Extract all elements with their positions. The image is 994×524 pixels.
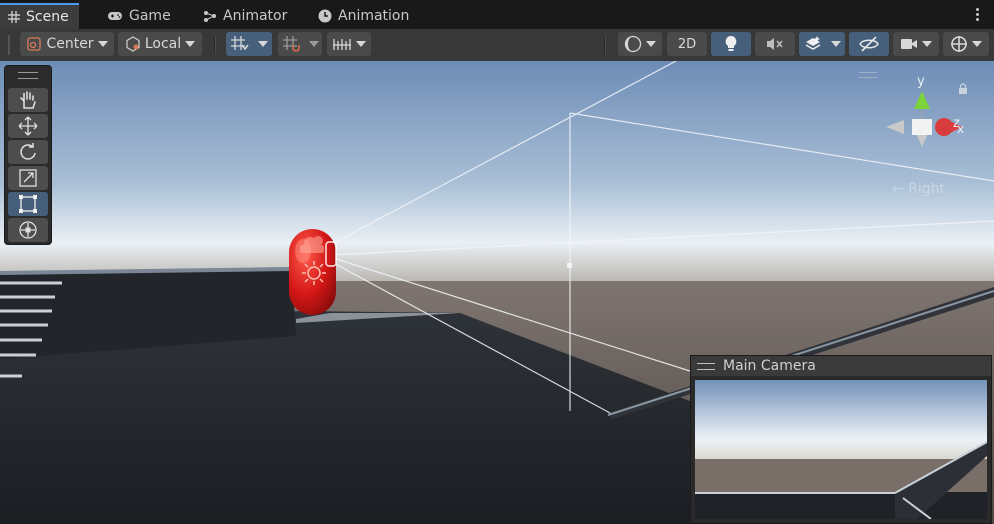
move-arrows-icon bbox=[18, 116, 38, 136]
local-space-icon bbox=[126, 36, 140, 52]
video-camera-icon bbox=[901, 39, 917, 49]
chevron-down-icon bbox=[972, 41, 982, 47]
toggle-2d-label: 2D bbox=[677, 36, 697, 52]
tab-animation[interactable]: Animation bbox=[308, 3, 419, 29]
move-tool-button[interactable] bbox=[8, 114, 48, 138]
draw-mode-dropdown[interactable] bbox=[618, 32, 662, 56]
camera-render bbox=[695, 380, 987, 519]
scene-toolbar: Center Local 2D bbox=[0, 29, 994, 62]
chevron-down-icon bbox=[356, 41, 366, 47]
pivot-rotation-dropdown[interactable]: Local bbox=[118, 32, 202, 56]
camera-preview-title: Main Camera bbox=[723, 358, 816, 374]
snap-icon bbox=[283, 36, 300, 52]
more-options-icon[interactable] bbox=[976, 8, 980, 23]
animator-icon bbox=[204, 11, 216, 22]
tab-label: Animator bbox=[223, 8, 288, 24]
effects-toggle[interactable] bbox=[799, 32, 827, 56]
toolbar-separator bbox=[604, 36, 606, 54]
rotate-tool-button[interactable] bbox=[8, 140, 48, 164]
chevron-down-icon bbox=[97, 41, 108, 47]
panel-grip-icon[interactable] bbox=[18, 72, 38, 79]
chevron-down-icon bbox=[831, 41, 841, 47]
pivot-center-icon bbox=[27, 37, 42, 51]
scale-tool-button[interactable] bbox=[8, 166, 48, 190]
pivot-rotation-label: Local bbox=[144, 36, 182, 52]
transform-tool-button[interactable] bbox=[8, 218, 48, 242]
hidden-eye-icon bbox=[859, 36, 879, 52]
effects-dropdown[interactable] bbox=[827, 32, 845, 56]
gizmo-axis-x-label: x bbox=[957, 122, 965, 136]
audio-mute-icon bbox=[767, 38, 783, 50]
editor-tab-bar: Scene Game Animator Animation bbox=[0, 0, 994, 30]
hand-icon bbox=[20, 91, 36, 109]
grid-snap-dropdown[interactable] bbox=[254, 32, 272, 56]
toolbar-separator bbox=[214, 36, 216, 54]
toggle-2d-button[interactable]: 2D bbox=[667, 32, 707, 56]
scene-visibility-toggle[interactable] bbox=[849, 32, 889, 56]
pivot-mode-label: Center bbox=[46, 36, 94, 52]
clock-icon bbox=[318, 9, 332, 23]
lighting-toggle[interactable] bbox=[711, 32, 751, 56]
gizmo-grip-icon[interactable] bbox=[859, 72, 877, 78]
camera-settings-dropdown[interactable] bbox=[893, 32, 939, 56]
camera-preview-view bbox=[695, 380, 987, 519]
tab-label: Animation bbox=[338, 8, 410, 24]
toolbar-grip bbox=[8, 35, 10, 55]
gizmo-globe-icon bbox=[951, 36, 967, 52]
grid-visibility-dropdown[interactable] bbox=[327, 32, 371, 56]
audio-toggle[interactable] bbox=[755, 32, 795, 56]
transform-icon bbox=[19, 221, 37, 239]
tool-panel bbox=[4, 65, 52, 245]
grid-snap-icon bbox=[231, 36, 249, 51]
scale-icon bbox=[19, 169, 37, 187]
tab-label: Scene bbox=[26, 9, 69, 25]
hand-tool-button[interactable] bbox=[8, 88, 48, 112]
tab-scene[interactable]: Scene bbox=[0, 3, 79, 29]
incremental-snap-toggle[interactable] bbox=[278, 32, 306, 56]
overlay-grip-icon bbox=[697, 362, 715, 370]
chevron-down-icon bbox=[185, 41, 196, 47]
gamepad-icon bbox=[108, 12, 122, 20]
lock-icon[interactable] bbox=[958, 83, 968, 98]
rect-tool-button[interactable] bbox=[8, 192, 48, 216]
camera-preview-header[interactable]: Main Camera bbox=[691, 356, 991, 376]
tab-label: Game bbox=[129, 8, 171, 24]
grid-icon bbox=[8, 11, 20, 23]
effects-layers-icon bbox=[805, 36, 821, 50]
chevron-down-icon bbox=[309, 41, 319, 47]
rect-transform-icon bbox=[19, 195, 37, 213]
gizmos-dropdown[interactable] bbox=[943, 32, 989, 56]
tab-animator[interactable]: Animator bbox=[193, 3, 297, 29]
lightbulb-icon bbox=[725, 36, 737, 51]
chevron-down-icon bbox=[258, 41, 268, 47]
pivot-mode-dropdown[interactable]: Center bbox=[20, 32, 114, 56]
grid-snap-toggle[interactable] bbox=[226, 32, 254, 56]
incremental-snap-dropdown[interactable] bbox=[306, 32, 322, 56]
shading-mode-icon bbox=[624, 35, 642, 53]
tab-game[interactable]: Game bbox=[97, 3, 181, 29]
ruler-grid-icon bbox=[333, 39, 351, 50]
chevron-down-icon bbox=[646, 41, 656, 47]
rotate-icon bbox=[20, 143, 36, 160]
view-direction-label[interactable]: ← Right bbox=[892, 181, 945, 197]
chevron-down-icon bbox=[922, 41, 932, 47]
camera-preview-overlay[interactable]: Main Camera bbox=[690, 355, 992, 524]
gizmo-axis-y-label: y bbox=[917, 74, 925, 89]
capsule-object bbox=[289, 229, 337, 315]
